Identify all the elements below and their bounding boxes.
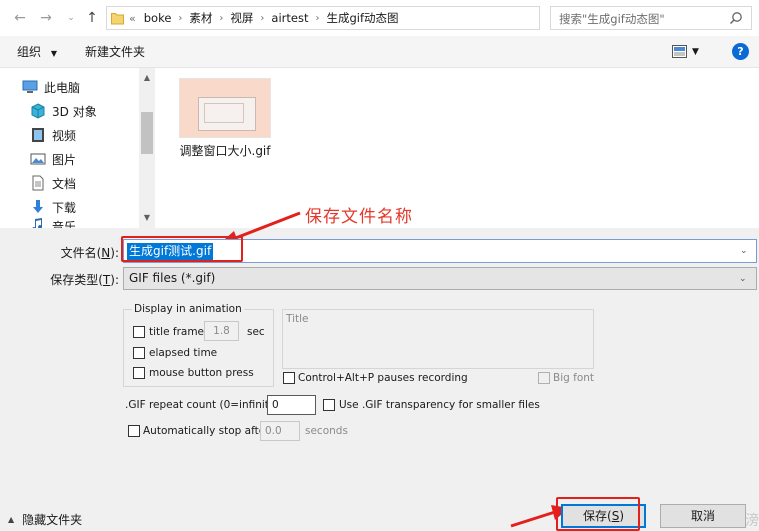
breadcrumb-separator-icon[interactable]: ›	[260, 13, 264, 24]
nav-item-label: 图片	[52, 152, 77, 167]
nav-scroll-thumb[interactable]	[141, 112, 153, 154]
sec-label: sec	[247, 326, 265, 338]
filetype-label: 保存类型(T):	[50, 273, 119, 287]
elapsed-time-label: elapsed time	[149, 347, 218, 359]
group-title: Display in animation	[132, 303, 244, 315]
mouse-button-checkbox[interactable]	[133, 367, 145, 379]
address-bar[interactable]: « boke › 素材 › 视屏 › airtest › 生成gif动态图 ⌄ …	[106, 6, 638, 30]
big-font-label: Big font	[553, 372, 595, 384]
organize-label: 组织	[17, 45, 42, 59]
help-icon[interactable]: ?	[732, 43, 749, 60]
breadcrumb-separator-icon[interactable]: ›	[219, 13, 223, 24]
nav-item-documents[interactable]: 文档	[30, 172, 76, 194]
breadcrumb-item-sucai[interactable]: 素材	[189, 10, 212, 26]
up-arrow-icon[interactable]: ↑	[84, 9, 100, 27]
breadcrumb: « boke › 素材 › 视屏 › airtest › 生成gif动态图	[129, 7, 399, 29]
title-frame-checkbox[interactable]	[133, 326, 145, 338]
big-font-checkbox[interactable]	[538, 372, 550, 384]
nav-item-label: 视频	[52, 128, 77, 143]
file-list: 调整窗口大小.gif	[155, 68, 759, 228]
nav-item-label: 3D 对象	[52, 104, 97, 119]
music-icon	[32, 218, 43, 228]
nav-item-pictures[interactable]: 图片	[30, 148, 76, 170]
filename-label: 文件名(N):	[60, 246, 119, 260]
search-input[interactable]: 搜索"生成gif动态图"	[550, 6, 752, 30]
address-row: ← → ⌄ ↑ « boke › 素材 › 视屏 › airtest › 生成g…	[0, 0, 759, 36]
save-button[interactable]: 保存(S)	[561, 504, 646, 528]
organize-menu[interactable]: 组织 ▼	[17, 44, 57, 60]
nav-item-label: 此电脑	[44, 80, 81, 95]
title-frame-seconds-input[interactable]: 1.8	[204, 321, 239, 341]
view-dropdown-icon[interactable]: ▼	[692, 44, 704, 60]
breadcrumb-item-shiping[interactable]: 视屏	[230, 10, 253, 26]
filetype-select[interactable]: GIF files (*.gif) ⌄	[123, 267, 757, 290]
breadcrumb-item-boke[interactable]: boke	[144, 11, 172, 25]
view-options-icon[interactable]	[672, 45, 687, 58]
folder-icon	[111, 13, 124, 25]
pictures-icon	[30, 153, 46, 165]
hide-folders-label: 隐藏文件夹	[22, 512, 83, 527]
back-arrow-icon[interactable]: ←	[12, 9, 28, 27]
breadcrumb-separator-icon[interactable]: ›	[178, 13, 182, 24]
title-frame-label: title frame:	[149, 326, 208, 338]
nav-item-3d-objects[interactable]: 3D 对象	[30, 100, 97, 122]
navigation-pane: 此电脑 3D 对象 视频 图片 文档 下载 音乐 ▲ ▼	[0, 68, 155, 228]
nav-item-this-pc[interactable]: 此电脑	[22, 76, 80, 98]
forward-arrow-icon[interactable]: →	[38, 9, 54, 27]
title-placeholder: Title	[286, 313, 309, 325]
hide-folders-toggle[interactable]: ▲ 隐藏文件夹	[8, 511, 82, 527]
elapsed-time-checkbox[interactable]	[133, 347, 145, 359]
filename-dropdown-icon[interactable]: ⌄	[740, 244, 752, 259]
collapse-chevron-icon: ▲	[8, 514, 15, 524]
filetype-dropdown-icon[interactable]: ⌄	[739, 272, 751, 287]
3d-objects-icon	[31, 103, 45, 119]
auto-stop-checkbox[interactable]	[128, 425, 140, 437]
file-item[interactable]: 调整窗口大小.gif	[155, 68, 295, 164]
breadcrumb-overflow-chevron[interactable]: «	[129, 12, 136, 25]
auto-stop-seconds-input[interactable]: 0.0	[260, 421, 300, 441]
breadcrumb-item-current[interactable]: 生成gif动态图	[326, 10, 398, 26]
seconds-label: seconds	[305, 425, 348, 437]
auto-stop-label: Automatically stop after	[143, 425, 270, 437]
documents-icon	[32, 175, 44, 191]
ctrl-alt-p-checkbox[interactable]	[283, 372, 295, 384]
filetype-value: GIF files (*.gif)	[129, 271, 216, 285]
filename-input[interactable]: 生成gif测试.gif ⌄	[123, 239, 757, 263]
watermark: 滂	[745, 513, 759, 529]
breadcrumb-item-airtest[interactable]: airtest	[271, 11, 308, 25]
repeat-count-input[interactable]: 0	[267, 395, 316, 415]
search-placeholder: 搜索"生成gif动态图"	[559, 12, 665, 26]
annotation-label: 保存文件名称	[305, 207, 413, 227]
organize-dropdown-icon: ▼	[50, 49, 57, 58]
scroll-up-icon[interactable]: ▲	[139, 70, 155, 86]
filename-value: 生成gif测试.gif	[127, 243, 214, 260]
scroll-down-icon[interactable]: ▼	[139, 210, 155, 226]
nav-item-videos[interactable]: 视频	[30, 124, 76, 146]
file-thumbnail	[179, 78, 271, 138]
breadcrumb-separator-icon[interactable]: ›	[315, 13, 319, 24]
nav-item-music[interactable]: 音乐	[30, 218, 76, 228]
video-icon	[32, 128, 44, 142]
recent-locations-chevron-icon[interactable]: ⌄	[63, 9, 79, 27]
repeat-count-label: .GIF repeat count (0=infinite):	[125, 399, 284, 411]
nav-item-label: 文档	[52, 176, 77, 191]
search-icon[interactable]	[729, 11, 743, 25]
file-name: 调整窗口大小.gif	[179, 144, 271, 158]
new-folder-button[interactable]: 新建文件夹	[85, 44, 145, 60]
transparency-checkbox[interactable]	[323, 399, 335, 411]
nav-item-label: 下载	[52, 200, 77, 215]
nav-item-label: 音乐	[52, 220, 77, 228]
mouse-button-label: mouse button press	[149, 367, 254, 379]
transparency-label: Use .GIF transparency for smaller files	[339, 399, 540, 411]
cancel-button[interactable]: 取消	[660, 504, 746, 528]
nav-item-downloads[interactable]: 下载	[30, 196, 76, 218]
download-icon	[33, 200, 43, 213]
toolbar: 组织 ▼ 新建文件夹 ▼ ?	[0, 36, 759, 68]
computer-icon	[22, 80, 38, 93]
ctrl-alt-p-label: Control+Alt+P pauses recording	[298, 372, 468, 384]
title-text-area[interactable]: Title	[282, 309, 594, 369]
